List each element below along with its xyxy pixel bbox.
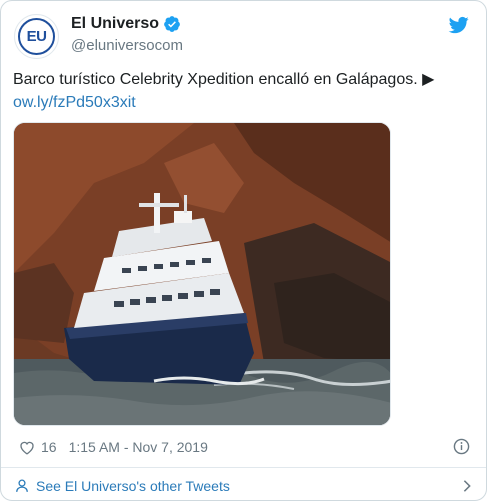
verified-badge-icon xyxy=(164,16,180,32)
author-name[interactable]: El Universo xyxy=(71,15,159,33)
tweet-meta: 16 1:15 AM - Nov 7, 2019 xyxy=(19,437,208,457)
avatar[interactable]: EU xyxy=(14,14,59,59)
embedded-tweet-card: EU El Universo @eluniversocom Barco turí… xyxy=(0,0,487,501)
ship-aground-photo xyxy=(14,123,390,425)
author-name-line[interactable]: El Universo xyxy=(71,15,181,33)
like-count[interactable]: 16 xyxy=(41,439,57,455)
info-icon[interactable] xyxy=(453,438,470,455)
see-other-tweets-link[interactable]: See El Universo's other Tweets xyxy=(15,472,472,500)
heart-icon[interactable] xyxy=(19,440,35,455)
avatar-logo: EU xyxy=(18,18,55,55)
tweet-link[interactable]: ow.ly/fzPd50x3xit xyxy=(13,91,473,114)
tweet-text: Barco turístico Celebrity Xpedition enca… xyxy=(13,68,473,114)
timestamp[interactable]: 1:15 AM - Nov 7, 2019 xyxy=(69,439,208,455)
see-other-tweets-label[interactable]: See El Universo's other Tweets xyxy=(36,478,230,494)
footer-divider xyxy=(1,467,486,468)
twitter-bird-icon[interactable] xyxy=(448,15,470,35)
tweet-header: EU El Universo @eluniversocom xyxy=(13,13,474,61)
author-handle[interactable]: @eluniversocom xyxy=(71,37,183,54)
chevron-right-icon[interactable] xyxy=(462,479,472,493)
tweet-photo[interactable] xyxy=(13,122,391,426)
person-icon xyxy=(16,479,28,492)
tweet-body: Barco turístico Celebrity Xpedition enca… xyxy=(13,71,435,88)
